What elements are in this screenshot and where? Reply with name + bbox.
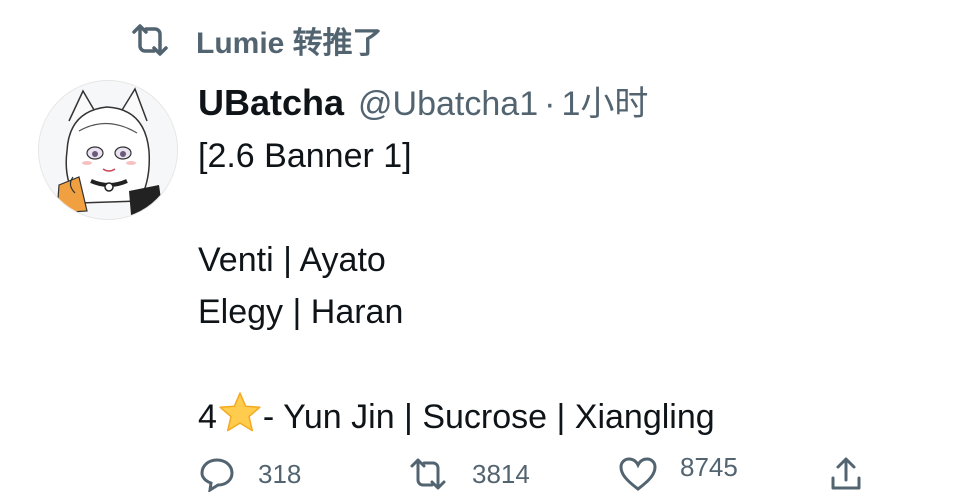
- heart-icon: [619, 457, 657, 491]
- like-button[interactable]: 8745: [618, 442, 738, 492]
- tweet-line-2: Venti | Ayato: [198, 241, 386, 279]
- reply-count: 318: [258, 458, 302, 489]
- share-button[interactable]: [828, 456, 886, 492]
- avatar[interactable]: [38, 80, 178, 220]
- avatar-anime-girl: [39, 81, 177, 219]
- tweet-line-1: [2.6 Banner 1]: [198, 137, 412, 175]
- tweet-body[interactable]: UBatcha @Ubatcha1 · 1小时 [2.6 Banner 1] V…: [198, 76, 938, 442]
- tweet-text: [2.6 Banner 1] Venti | Ayato Elegy | Har…: [198, 130, 938, 442]
- star-emoji-icon: [217, 390, 263, 436]
- retweet-button[interactable]: 3814: [406, 456, 530, 492]
- tweet-line-3: Elegy | Haran: [198, 293, 404, 331]
- share-icon: [831, 457, 861, 490]
- retweet-context-text: Lumie 转推了: [196, 27, 383, 60]
- retweet-icon: [410, 458, 446, 490]
- tweet-actions: 318 3814 8745: [198, 452, 898, 496]
- reply-button[interactable]: 318: [198, 456, 301, 492]
- retweet-count: 3814: [472, 458, 530, 489]
- tweet-header: UBatcha @Ubatcha1 · 1小时: [198, 76, 938, 125]
- display-name[interactable]: UBatcha: [198, 82, 344, 124]
- tweet-line-4: 4 - Yun Jin | Sucrose | Xiangling: [198, 390, 938, 442]
- retweet-icon: [128, 22, 172, 58]
- tweet-timestamp[interactable]: 1小时: [561, 76, 648, 125]
- tweet-line-4-suffix: - Yun Jin | Sucrose | Xiangling: [262, 398, 715, 436]
- tweet-line-4-prefix: 4: [198, 398, 217, 436]
- reply-icon: [200, 458, 234, 492]
- user-handle[interactable]: @Ubatcha1: [358, 85, 538, 124]
- retweet-context[interactable]: Lumie 转推了: [128, 20, 383, 60]
- separator-dot: ·: [544, 85, 556, 123]
- like-count: 8745: [680, 451, 738, 482]
